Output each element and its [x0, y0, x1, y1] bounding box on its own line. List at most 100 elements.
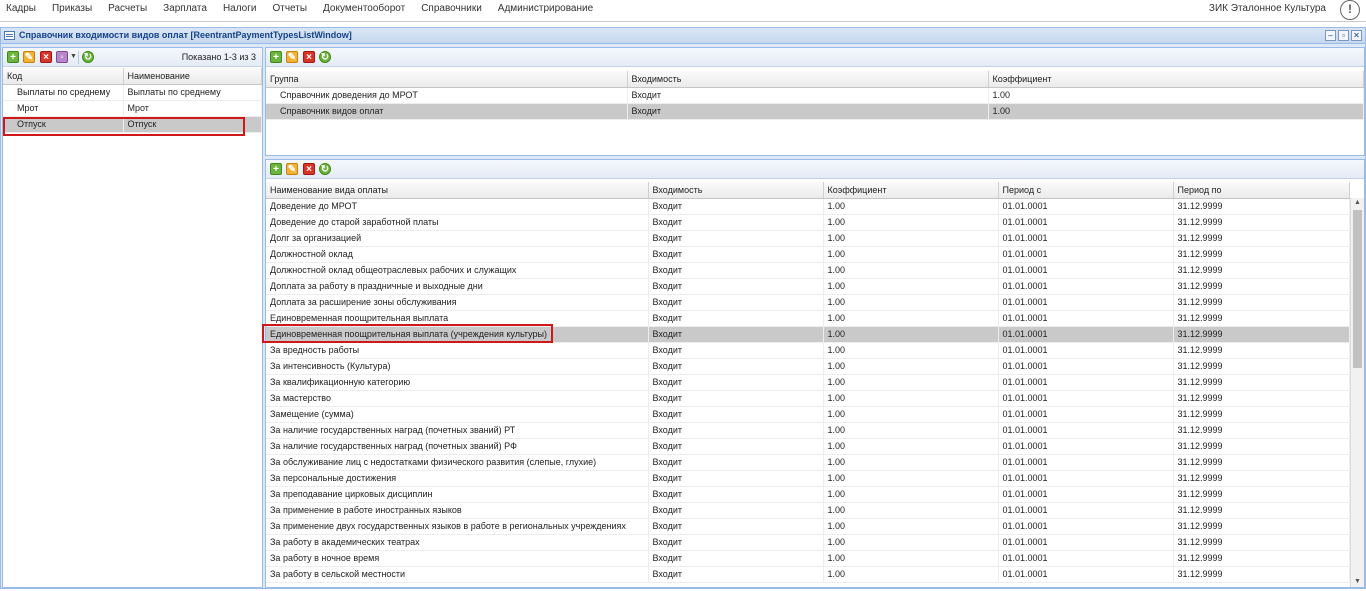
table-cell: 01.01.0001 — [998, 454, 1174, 471]
table-cell: Отпуск — [123, 116, 262, 133]
chevron-down-icon[interactable]: ▼ — [70, 53, 77, 60]
table-row[interactable]: Доплата за работу в праздничные и выходн… — [266, 278, 1350, 295]
table-cell: За работу в академических театрах — [266, 534, 649, 551]
minimize-button[interactable]: – — [1325, 30, 1336, 41]
add-icon[interactable]: + — [7, 51, 19, 63]
table-row[interactable]: За применение двух государственных языко… — [266, 518, 1350, 535]
table-row[interactable]: Единовременная поощрительная выплата Вход… — [266, 310, 1350, 327]
edit-icon[interactable]: ✎ — [286, 163, 298, 175]
menu-item[interactable]: Кадры — [0, 0, 44, 22]
edit-icon[interactable]: ✎ — [23, 51, 35, 63]
table-cell: За работу в сельской местности — [266, 566, 649, 583]
table-row[interactable]: За вредность работы Входит 1.00 01.01.0001 3… — [266, 342, 1350, 359]
table-row[interactable]: Доведение до старой заработной платы Вход… — [266, 214, 1350, 231]
table-cell: За интенсивность (Культура) — [266, 358, 649, 375]
table-row[interactable]: Справочник видов оплат Входит 1.00 — [266, 103, 1364, 120]
menu-item[interactable]: Отчеты — [264, 0, 315, 22]
table-row[interactable]: Справочник доведения до МРОТ Входит 1.00 — [266, 87, 1364, 104]
table-cell: Входит — [648, 230, 824, 247]
toolbar-separator — [78, 51, 79, 64]
column-header[interactable]: Группа — [266, 71, 628, 88]
payment-types-toolbar: + ✎ × ↻ — [266, 160, 1364, 179]
table-row[interactable]: За применение в работе иностранных языко… — [266, 502, 1350, 519]
actions-menu-icon[interactable]: ◦ — [56, 51, 68, 63]
table-row[interactable]: За наличие государственных наград (почет… — [266, 422, 1350, 439]
table-cell: Отпуск — [3, 116, 124, 133]
menu-item[interactable]: Администрирование — [490, 0, 601, 22]
refresh-icon[interactable]: ↻ — [319, 51, 331, 63]
table-row[interactable]: За наличие государственных наград (почет… — [266, 438, 1350, 455]
table-cell: 1.00 — [823, 438, 999, 455]
table-cell: Единовременная поощрительная выплата (уч… — [266, 326, 649, 343]
codes-toolbar: + ✎ × ◦ ▼ ↻ Показано 1-3 из 3 — [3, 48, 262, 67]
column-header[interactable]: Входимость — [627, 71, 989, 88]
column-header[interactable]: Входимость — [648, 182, 824, 199]
table-row[interactable]: Доведение до МРОТ Входит 1.00 01.01.0001 31.… — [266, 198, 1350, 215]
table-row[interactable]: Должностной оклад Входит 1.00 01.01.0001 31.… — [266, 246, 1350, 263]
table-row[interactable]: За интенсивность (Культура) Входит 1.00 01.… — [266, 358, 1350, 375]
table-cell: 1.00 — [823, 358, 999, 375]
table-cell: Входит — [648, 438, 824, 455]
column-header[interactable]: Период по — [1173, 182, 1350, 199]
add-icon[interactable]: + — [270, 51, 282, 63]
scroll-down-icon[interactable]: ▼ — [1351, 577, 1364, 587]
scroll-up-icon[interactable]: ▲ — [1351, 198, 1364, 208]
table-row[interactable]: Долг за организацией Входит 1.00 01.01.0001… — [266, 230, 1350, 247]
table-row[interactable]: За обслуживание лиц с недостатками физич… — [266, 454, 1350, 471]
table-row[interactable]: Единовременная поощрительная выплата (уч… — [266, 326, 1350, 343]
table-cell: За квалификационную категорию — [266, 374, 649, 391]
delete-icon[interactable]: × — [303, 51, 315, 63]
table-cell: 01.01.0001 — [998, 358, 1174, 375]
column-header[interactable]: Коэффициент — [988, 71, 1364, 88]
column-header[interactable]: Наименование вида оплаты — [266, 182, 649, 199]
menu-item[interactable]: Зарплата — [155, 0, 215, 22]
menu-item[interactable]: Расчеты — [100, 0, 155, 22]
table-row[interactable]: Выплаты по среднему Выплаты по среднему — [3, 84, 262, 101]
table-cell: 01.01.0001 — [998, 470, 1174, 487]
table-cell: 1.00 — [823, 278, 999, 295]
restore-button[interactable]: ▫ — [1338, 30, 1349, 41]
table-cell: 01.01.0001 — [998, 262, 1174, 279]
delete-icon[interactable]: × — [303, 163, 315, 175]
vertical-scrollbar[interactable]: ▲ ▼ — [1350, 198, 1364, 587]
table-row[interactable]: За работу в ночное время Входит 1.00 01.01.… — [266, 550, 1350, 567]
table-row[interactable]: За преподавание цирковых дисциплин Входит… — [266, 486, 1350, 503]
table-row[interactable]: За работу в сельской местности Входит 1.00… — [266, 566, 1350, 583]
close-button[interactable]: ✕ — [1351, 30, 1362, 41]
column-header[interactable]: Коэффициент — [823, 182, 999, 199]
table-row[interactable]: Замещение (сумма) Входит 1.00 01.01.0001 31.… — [266, 406, 1350, 423]
table-cell: 1.00 — [823, 550, 999, 567]
column-header[interactable]: Код — [3, 68, 124, 85]
table-cell: 31.12.9999 — [1173, 438, 1350, 455]
table-row[interactable]: Мрот Мрот — [3, 100, 262, 117]
scrollbar-thumb[interactable] — [1353, 210, 1362, 368]
column-header[interactable]: Период с — [998, 182, 1174, 199]
menu-item[interactable]: Документооборот — [315, 0, 413, 22]
add-icon[interactable]: + — [270, 163, 282, 175]
alert-icon[interactable]: ! — [1340, 0, 1360, 20]
window-title-bar: Справочник входимости видов оплат [Reent… — [1, 28, 1365, 44]
column-header[interactable]: Наименование — [123, 68, 262, 85]
table-row[interactable]: За квалификационную категорию Входит 1.00 0… — [266, 374, 1350, 391]
codes-table: Код Наименование Выплаты по среднему Выпла… — [3, 68, 262, 133]
table-cell: 01.01.0001 — [998, 534, 1174, 551]
table-cell: 01.01.0001 — [998, 342, 1174, 359]
edit-icon[interactable]: ✎ — [286, 51, 298, 63]
delete-icon[interactable]: × — [40, 51, 52, 63]
table-row[interactable]: Доплата за расширение зоны обслуживания В… — [266, 294, 1350, 311]
table-row[interactable]: За мастерство Входит 1.00 01.01.0001 31.12.9… — [266, 390, 1350, 407]
menu-item[interactable]: Справочники — [413, 0, 490, 22]
table-cell: 1.00 — [823, 214, 999, 231]
table-cell: 1.00 — [988, 103, 1364, 120]
organization-name: ЗИК Эталонное Культура — [1208, 3, 1326, 14]
menu-item[interactable]: Приказы — [44, 0, 100, 22]
table-row[interactable]: За работу в академических театрах Входит 1… — [266, 534, 1350, 551]
table-cell: 01.01.0001 — [998, 566, 1174, 583]
table-cell: 1.00 — [823, 406, 999, 423]
table-row[interactable]: Отпуск Отпуск — [3, 116, 262, 133]
refresh-icon[interactable]: ↻ — [319, 163, 331, 175]
table-row[interactable]: Должностной оклад общеотраслевых рабочих… — [266, 262, 1350, 279]
table-row[interactable]: За персональные достижения Входит 1.00 01.0… — [266, 470, 1350, 487]
refresh-icon[interactable]: ↻ — [82, 51, 94, 63]
menu-item[interactable]: Налоги — [215, 0, 265, 22]
